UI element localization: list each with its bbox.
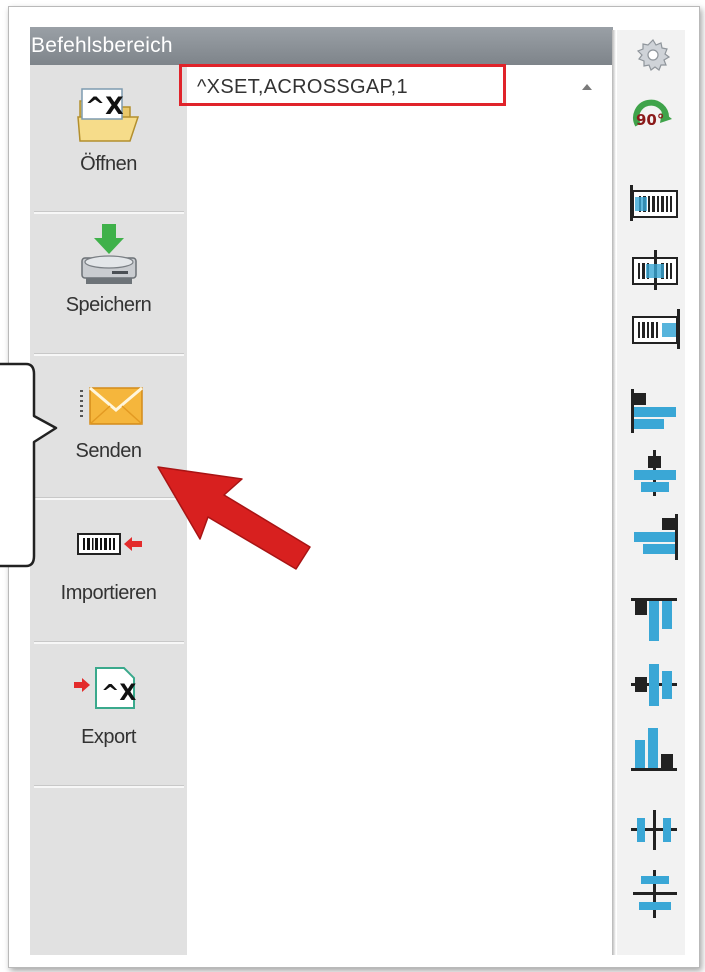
highlight-box: [179, 64, 506, 106]
sidebar-divider: [34, 785, 184, 788]
import-barcode-icon: [77, 533, 142, 555]
svg-text:^X: ^X: [101, 681, 136, 706]
align-middle-vertical-icon[interactable]: [629, 660, 681, 710]
export-button-label: Export: [81, 726, 136, 748]
scroll-up-arrow[interactable]: [582, 84, 592, 90]
rotate-90-icon[interactable]: 90°: [632, 95, 672, 139]
barcode-align-center-icon[interactable]: [629, 248, 681, 292]
toolbar-divider: [612, 30, 616, 955]
open-file-icon: ^X: [77, 88, 140, 142]
barcode-align-right-icon[interactable]: [629, 307, 681, 351]
import-button-label: Importieren: [60, 582, 157, 604]
save-drive-icon: [81, 224, 137, 284]
distribute-horizontal-icon[interactable]: [629, 808, 681, 854]
distribute-vertical-icon[interactable]: [629, 868, 681, 920]
align-center-horizontal-icon[interactable]: [629, 448, 681, 498]
save-button[interactable]: Speichern: [30, 214, 187, 354]
open-button-label: Öffnen: [80, 153, 137, 175]
barcode-align-left-icon[interactable]: [629, 183, 681, 223]
align-right-icon[interactable]: [629, 512, 681, 562]
open-button[interactable]: ^X Öffnen: [30, 65, 187, 212]
send-envelope-icon: [80, 386, 143, 425]
svg-text:^X: ^X: [85, 92, 124, 120]
export-button[interactable]: ^X Export: [30, 644, 187, 784]
pointer-arrow: [157, 466, 311, 570]
callout-bubble: [0, 362, 58, 568]
rotate-90-label: 90°: [636, 111, 665, 129]
align-top-icon[interactable]: [629, 596, 681, 646]
align-bottom-icon[interactable]: [629, 724, 681, 774]
settings-gear-icon[interactable]: [636, 38, 670, 72]
align-left-icon[interactable]: [629, 387, 681, 435]
save-button-label: Speichern: [65, 294, 152, 316]
panel-title: Befehlsbereich: [31, 34, 173, 57]
export-file-icon: ^X: [74, 667, 136, 709]
